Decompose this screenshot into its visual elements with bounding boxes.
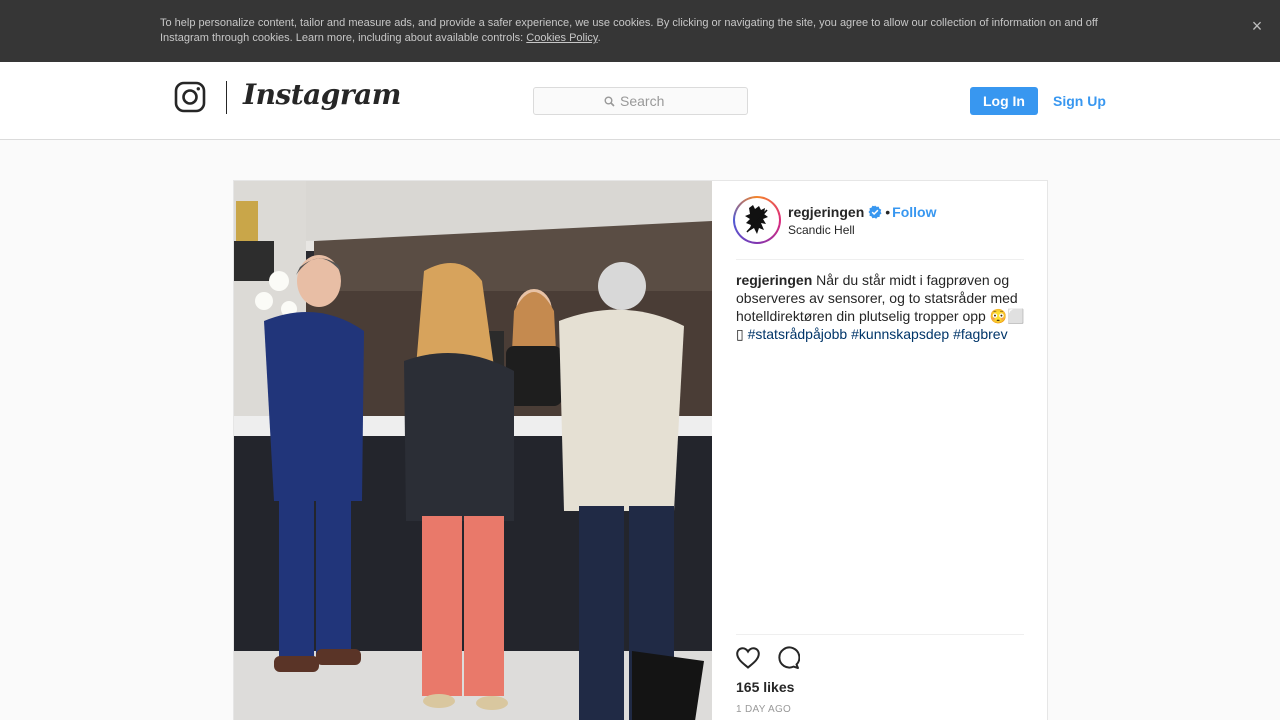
post-caption: regjeringen Når du står midt i fagprøven… — [736, 271, 1026, 343]
post-card: regjeringen • Follow Scandic Hell regjeri… — [233, 180, 1048, 720]
norway-lion-emblem-icon — [745, 205, 768, 234]
search-input[interactable] — [620, 92, 740, 110]
hashtag-link[interactable]: #statsrådpåjobb — [748, 326, 848, 342]
avatar-ring — [735, 198, 779, 242]
likes-count[interactable]: 165 likes — [736, 679, 794, 695]
top-nav: Instagram Log In Sign Up — [0, 62, 1280, 140]
post-header: regjeringen • Follow — [788, 203, 936, 221]
signup-link[interactable]: Sign Up — [1053, 87, 1106, 115]
username[interactable]: regjeringen — [788, 204, 864, 220]
instagram-camera-icon[interactable] — [174, 81, 206, 113]
follow-button[interactable]: Follow — [892, 204, 936, 220]
hashtag-link[interactable]: #fagbrev — [953, 326, 1007, 342]
post-photo-illustration — [234, 181, 712, 720]
comment-icon[interactable] — [776, 646, 800, 670]
caption-username[interactable]: regjeringen — [736, 272, 812, 288]
instagram-wordmark[interactable]: Instagram — [243, 78, 401, 111]
cookie-message: To help personalize content, tailor and … — [160, 16, 1120, 46]
login-button[interactable]: Log In — [970, 87, 1038, 115]
cookie-period: . — [597, 32, 601, 44]
close-icon[interactable]: × — [1248, 17, 1266, 35]
search-icon — [604, 96, 615, 107]
heart-icon[interactable] — [735, 646, 761, 670]
location-link[interactable]: Scandic Hell — [788, 223, 855, 237]
verified-badge-icon — [868, 205, 882, 219]
post-sidebar: regjeringen • Follow Scandic Hell regjeri… — [712, 181, 1048, 720]
cookie-text: To help personalize content, tailor and … — [160, 17, 1098, 44]
avatar-image — [737, 200, 777, 240]
header-divider — [736, 259, 1024, 260]
hashtag-link[interactable]: #kunnskapsdep — [851, 326, 949, 342]
header-separator: • — [885, 204, 891, 220]
post-photo[interactable] — [234, 181, 712, 720]
cookie-banner: To help personalize content, tailor and … — [0, 0, 1280, 62]
logo-divider — [226, 81, 227, 114]
search-box[interactable] — [533, 87, 748, 115]
cookies-policy-link[interactable]: Cookies Policy — [526, 32, 597, 44]
post-timestamp[interactable]: 1 DAY AGO — [736, 704, 791, 715]
avatar[interactable] — [733, 196, 781, 244]
actions-divider — [736, 634, 1024, 635]
